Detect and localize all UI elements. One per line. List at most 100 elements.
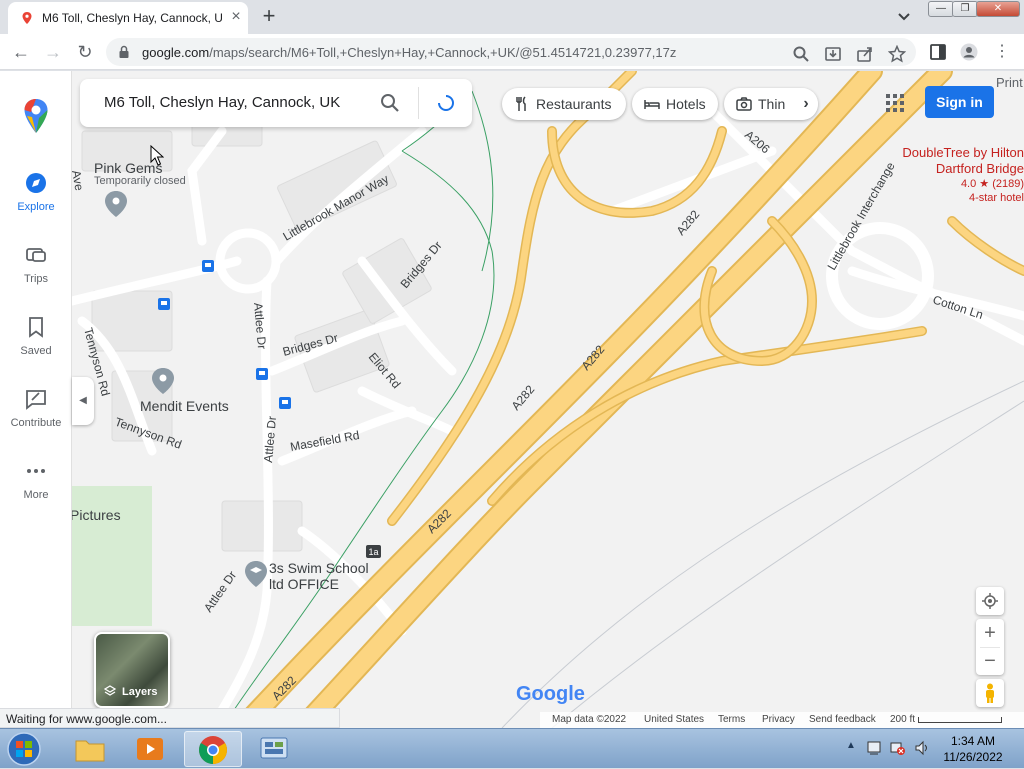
windows-taskbar: ▲ 1:34 AM 11/26/2022 <box>0 728 1024 768</box>
camera-icon <box>736 97 752 111</box>
windows-start-icon[interactable] <box>4 731 44 767</box>
sidebar-item-more[interactable]: More <box>0 459 72 519</box>
chip-label: Hotels <box>666 96 706 112</box>
taskbar-control-panel-app[interactable] <box>246 731 304 767</box>
bed-icon <box>644 100 660 109</box>
sidebar-item-trips[interactable]: Trips <box>0 243 72 303</box>
address-bar[interactable]: google.com/maps/search/M6+Toll,+Cheslyn+… <box>106 38 916 66</box>
sign-in-button[interactable]: Sign in <box>925 86 994 118</box>
bus-stop-icon[interactable] <box>158 298 170 310</box>
collapse-panel-button[interactable]: ◀ <box>72 377 94 425</box>
show-hidden-icons-icon[interactable]: ▲ <box>846 740 856 751</box>
chip-things-to-do[interactable]: Thin › <box>724 88 818 120</box>
chips-scroll-right-icon[interactable]: › <box>794 88 818 120</box>
terms-link[interactable]: Terms <box>718 714 745 725</box>
chip-restaurants[interactable]: Restaurants <box>502 88 626 120</box>
status-bubble: Waiting for www.google.com... <box>0 708 340 728</box>
folder-icon <box>75 740 105 762</box>
minimize-window-button[interactable]: — <box>928 1 954 17</box>
chip-hotels[interactable]: Hotels <box>632 88 718 120</box>
taskbar-explorer-app[interactable] <box>62 731 120 767</box>
action-center-flag-icon[interactable] <box>866 740 882 756</box>
my-location-button[interactable] <box>976 587 1004 615</box>
back-arrow-icon[interactable]: ← <box>11 42 31 62</box>
map-data-text: Map data ©2022 <box>552 714 627 725</box>
maps-content: 1a Littlebrook Manor Way Bridges Dr Brid… <box>0 71 1024 728</box>
tab-strip: M6 Toll, Cheslyn Hay, Cannock, U × + — ❐… <box>0 0 1024 34</box>
google-maps-favicon-icon <box>22 12 32 24</box>
more-dots-icon <box>27 469 45 473</box>
chrome-menu-icon[interactable]: ⋮ <box>992 42 1012 62</box>
restore-window-button[interactable]: ❐ <box>952 1 978 17</box>
zoom-out-icon[interactable]: − <box>976 648 1004 675</box>
chip-label: Restaurants <box>536 96 612 112</box>
profile-avatar-icon[interactable] <box>960 43 978 61</box>
forward-arrow-icon[interactable]: → <box>43 42 63 62</box>
bus-stop-icon[interactable] <box>256 368 268 380</box>
place-name-swim-school-line2[interactable]: ltd OFFICE <box>269 576 339 592</box>
system-clock[interactable]: 1:34 AM 11/26/2022 <box>930 733 1016 765</box>
network-disconnected-icon[interactable] <box>890 740 906 756</box>
loading-spinner-icon <box>438 95 454 111</box>
lock-icon <box>119 45 129 58</box>
google-maps-logo-icon[interactable] <box>23 98 49 134</box>
trips-car-icon <box>26 248 46 262</box>
bus-stop-icon[interactable] <box>202 260 214 272</box>
taskbar-media-player-app[interactable] <box>122 731 180 767</box>
sidebar-item-label: Trips <box>23 273 49 285</box>
hotel-name-line2: Dartford Bridge <box>935 161 1024 176</box>
fork-knife-icon <box>516 96 526 111</box>
junction-label: 1a <box>368 547 378 557</box>
zoom-controls: + − <box>976 619 1004 675</box>
search-divider <box>418 87 419 119</box>
scale-bar <box>918 717 1002 723</box>
road-label: Ave <box>72 169 86 192</box>
search-input[interactable]: M6 Toll, Cheslyn Hay, Cannock, UK <box>104 94 340 111</box>
close-window-button[interactable]: ✕ <box>976 1 1020 17</box>
sidebar-item-label: More <box>23 489 49 501</box>
place-status: Temporarily closed <box>94 175 186 187</box>
control-panel-icon <box>260 737 288 759</box>
send-feedback-link[interactable]: Send feedback <box>809 714 876 725</box>
place-name-swim-school[interactable]: 3s Swim School <box>269 560 369 576</box>
map-footer: Map data ©2022 United States Terms Priva… <box>540 712 1024 728</box>
pegman-street-view-button[interactable] <box>976 679 1004 707</box>
browser-tab[interactable]: M6 Toll, Cheslyn Hay, Cannock, U × <box>8 2 248 34</box>
hotel-name: DoubleTree by Hilton <box>902 145 1024 160</box>
side-panel-icon[interactable] <box>929 43 947 61</box>
search-box[interactable]: M6 Toll, Cheslyn Hay, Cannock, UK <box>80 79 472 127</box>
sidebar-item-contribute[interactable]: Contribute <box>0 387 72 447</box>
sidebar-item-saved[interactable]: Saved <box>0 315 72 375</box>
volume-icon[interactable] <box>914 740 930 756</box>
google-apps-grid-icon[interactable] <box>885 93 905 113</box>
install-app-icon[interactable] <box>824 45 842 63</box>
chrome-icon <box>199 736 227 764</box>
reload-icon[interactable]: ↻ <box>75 42 95 62</box>
privacy-link[interactable]: Privacy <box>762 714 795 725</box>
sidebar-item-explore[interactable]: Explore <box>0 171 72 231</box>
tab-search-chevron-icon[interactable] <box>896 8 912 24</box>
search-icon[interactable] <box>792 45 810 63</box>
tab-close-icon[interactable]: × <box>228 9 244 25</box>
contribute-edit-icon <box>26 390 46 410</box>
search-icon[interactable] <box>380 93 400 113</box>
taskbar-chrome-app[interactable] <box>184 731 242 767</box>
pegman-icon <box>986 683 994 703</box>
place-name-pictures[interactable]: Pictures <box>70 507 121 523</box>
bookmark-icon <box>29 317 43 338</box>
layers-button[interactable]: Layers <box>94 632 170 708</box>
scale-label[interactable]: 200 ft <box>890 714 915 725</box>
hotel-rating: 4.0 ★ (2189) <box>960 178 1024 190</box>
bus-stop-icon[interactable] <box>279 397 291 409</box>
bookmark-star-icon[interactable] <box>888 45 906 63</box>
region-link[interactable]: United States <box>644 714 704 725</box>
share-icon[interactable] <box>856 45 874 63</box>
layers-label: Layers <box>122 686 158 698</box>
sidebar-item-label: Saved <box>20 345 52 357</box>
place-name-mendit-events[interactable]: Mendit Events <box>140 398 229 414</box>
zoom-in-icon[interactable]: + <box>976 619 1004 647</box>
new-tab-button[interactable]: + <box>258 5 280 28</box>
place-name-print[interactable]: Print <box>996 75 1023 90</box>
hotel-label[interactable]: DoubleTree by Hilton Dartford Bridge 4.0… <box>902 145 1024 205</box>
my-location-icon <box>982 593 998 609</box>
